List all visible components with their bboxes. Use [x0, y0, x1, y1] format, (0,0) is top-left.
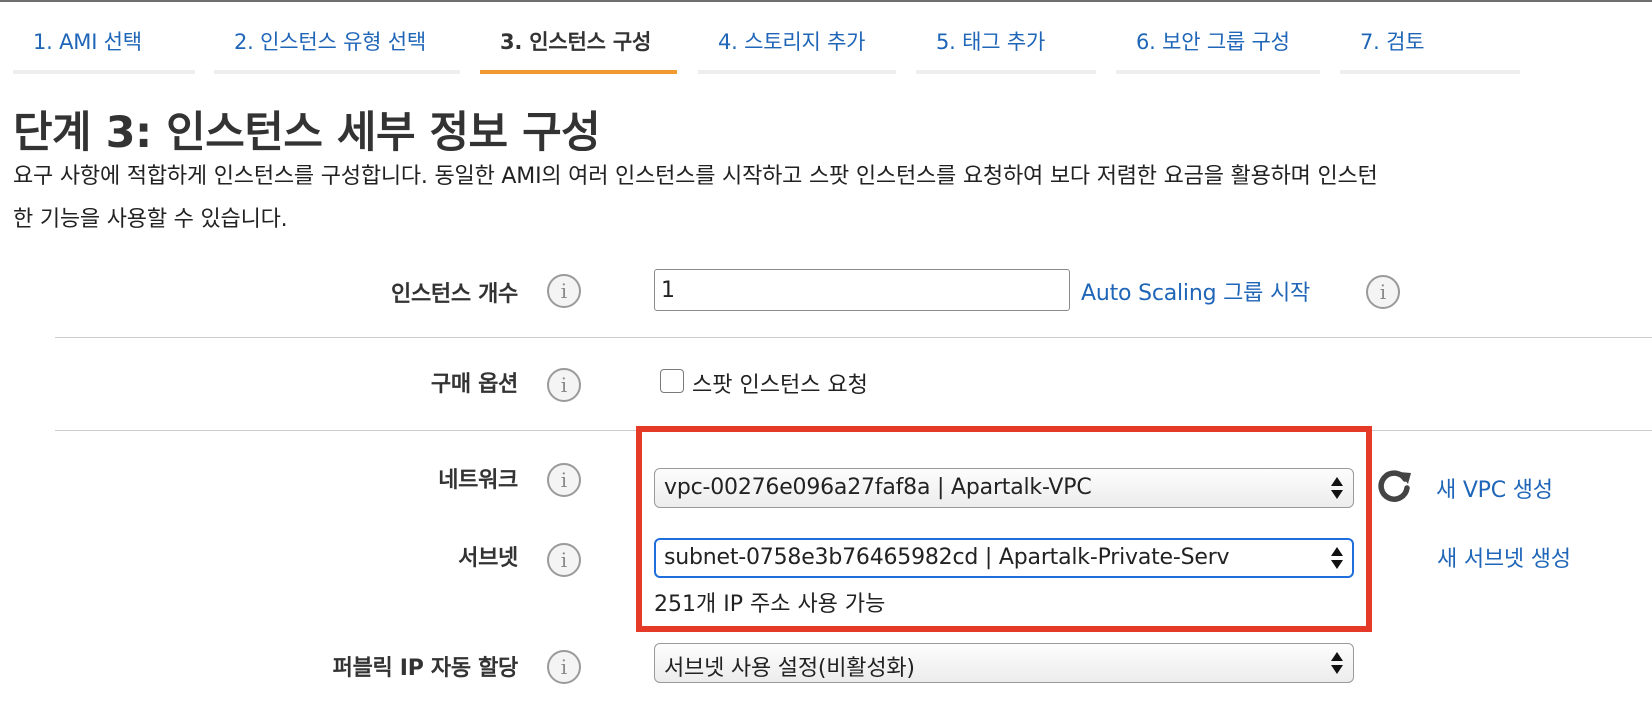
- public-ip-select[interactable]: 서브넷 사용 설정(비활성화): [654, 643, 1354, 683]
- purchase-option-label: 구매 옵션: [430, 372, 518, 397]
- spot-instance-checkbox-label[interactable]: 스팟 인스턴스 요청: [692, 367, 868, 399]
- public-ip-selected-value: 서브넷 사용 설정(비활성화): [664, 656, 915, 681]
- public-ip-label: 퍼블릭 IP 자동 할당: [332, 656, 519, 681]
- tab-underline: [1116, 70, 1320, 74]
- instance-count-label: 인스턴스 개수: [391, 282, 518, 307]
- create-vpc-link[interactable]: 새 VPC 생성: [1436, 472, 1553, 504]
- info-icon[interactable]: i: [547, 650, 581, 684]
- tab-underline: [13, 70, 195, 74]
- network-label: 네트워크: [438, 468, 518, 493]
- tab-security-group[interactable]: 6. 보안 그룹 구성: [1116, 0, 1320, 74]
- info-icon[interactable]: i: [547, 368, 581, 402]
- info-glyph: i: [560, 548, 568, 572]
- info-glyph: i: [560, 468, 568, 492]
- tab-label: 2. 인스턴스 유형 선택: [234, 30, 427, 54]
- instance-count-input[interactable]: [654, 269, 1070, 311]
- tab-review[interactable]: 7. 검토: [1340, 0, 1520, 74]
- info-icon[interactable]: i: [547, 274, 581, 308]
- info-icon[interactable]: i: [547, 463, 581, 497]
- description-line: 요구 사항에 적합하게 인스턴스를 구성합니다. 동일한 AMI의 여러 인스턴…: [13, 164, 1378, 189]
- tab-configure-instance[interactable]: 3. 인스턴스 구성: [480, 0, 677, 74]
- create-subnet-link[interactable]: 새 서브넷 생성: [1437, 541, 1571, 573]
- tab-underline: [698, 70, 896, 74]
- tab-underline: [214, 70, 460, 74]
- info-icon[interactable]: i: [547, 543, 581, 577]
- info-glyph: i: [560, 655, 568, 679]
- subnet-label: 서브넷: [458, 546, 518, 571]
- tab-label: 5. 태그 추가: [936, 30, 1046, 54]
- tab-underline: [1340, 70, 1520, 74]
- info-glyph: i: [560, 373, 568, 397]
- refresh-icon[interactable]: [1374, 466, 1414, 506]
- info-icon[interactable]: i: [1366, 275, 1400, 309]
- auto-scaling-link[interactable]: Auto Scaling 그룹 시작: [1081, 275, 1310, 307]
- info-glyph: i: [1379, 280, 1387, 304]
- highlight-box: [636, 426, 1372, 632]
- description-line: 한 기능을 사용할 수 있습니다.: [13, 207, 288, 232]
- tab-underline: [916, 70, 1096, 74]
- info-glyph: i: [560, 279, 568, 303]
- spot-instance-checkbox[interactable]: [660, 369, 684, 393]
- tab-label: 4. 스토리지 추가: [718, 30, 866, 54]
- tab-add-storage[interactable]: 4. 스토리지 추가: [698, 0, 896, 74]
- page-title: 단계 3: 인스턴스 세부 정보 구성: [13, 108, 601, 158]
- tab-ami-select[interactable]: 1. AMI 선택: [13, 0, 195, 74]
- page-description: 요구 사항에 적합하게 인스턴스를 구성합니다. 동일한 AMI의 여러 인스턴…: [13, 155, 1652, 241]
- tab-label: 7. 검토: [1360, 30, 1425, 54]
- updown-arrows-icon: [1331, 652, 1343, 674]
- tab-label: 1. AMI 선택: [33, 30, 142, 54]
- tab-instance-type[interactable]: 2. 인스턴스 유형 선택: [214, 0, 460, 74]
- tab-add-tags[interactable]: 5. 태그 추가: [916, 0, 1096, 74]
- tab-underline-active: [480, 70, 677, 74]
- tab-label: 6. 보안 그룹 구성: [1136, 30, 1290, 54]
- wizard-tabs: 1. AMI 선택 2. 인스턴스 유형 선택 3. 인스턴스 구성 4. 스토…: [0, 0, 1652, 74]
- tab-label: 3. 인스턴스 구성: [500, 30, 652, 54]
- row-divider: [55, 337, 1652, 338]
